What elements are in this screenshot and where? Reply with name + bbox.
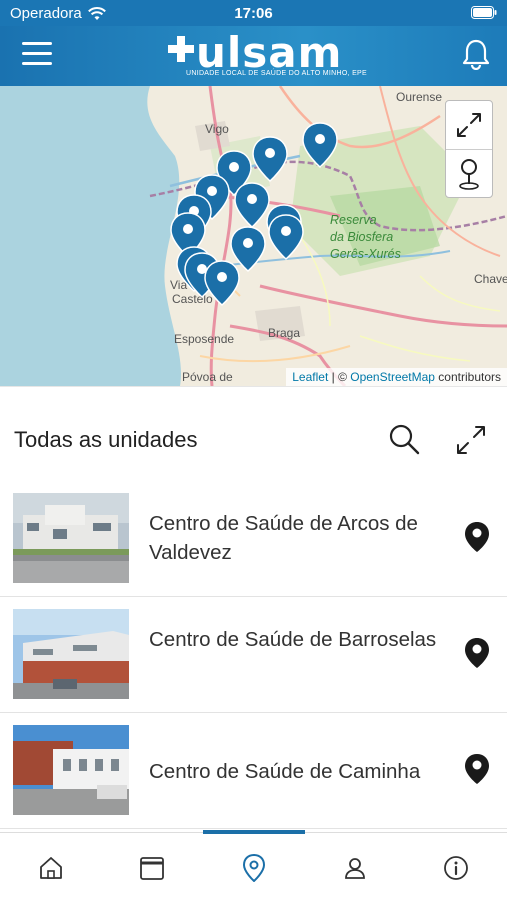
list-header: Todas as unidades	[0, 386, 507, 486]
hamburger-line	[22, 52, 52, 55]
status-bar: Operadora 17:06	[0, 0, 507, 26]
map-pin-icon[interactable]	[464, 521, 490, 553]
map-view[interactable]: Ourense Vigo Via Castelo Braga Esposende…	[0, 86, 507, 386]
logo-cross-icon	[168, 36, 194, 62]
map-attribution: Leaflet | © OpenStreetMap contributors	[286, 368, 507, 386]
map-marker[interactable]	[268, 214, 304, 260]
active-tab-indicator	[203, 830, 305, 834]
search-icon[interactable]	[388, 423, 422, 457]
attribution-separator: | ©	[328, 370, 351, 384]
nav-map[interactable]	[239, 853, 269, 883]
location-pin-icon	[459, 158, 479, 190]
nav-home[interactable]	[36, 853, 66, 883]
app-header: ulsam UNIDADE LOCAL DE SAÚDE DO ALTO MIN…	[0, 26, 507, 86]
reserve-line-2: da Biosfera	[330, 230, 394, 244]
map-label-vigo: Vigo	[205, 122, 229, 136]
hamburger-line	[22, 62, 52, 65]
menu-button[interactable]	[22, 42, 52, 68]
nav-info[interactable]	[441, 853, 471, 883]
logo-subtitle: UNIDADE LOCAL DE SAÚDE DO ALTO MINHO, EP…	[186, 70, 367, 77]
map-label-povoa: Póvoa de	[182, 370, 233, 384]
unit-photo	[13, 493, 129, 583]
map-pin-icon	[242, 854, 266, 882]
map-label-braga: Braga	[268, 326, 301, 340]
reserve-line-1: Reserva	[330, 213, 377, 227]
map-marker[interactable]	[302, 122, 338, 168]
map-pin-icon[interactable]	[464, 637, 490, 669]
unit-name: Centro de Saúde de Arcos de Valdevez	[149, 512, 418, 564]
expand-list-icon[interactable]	[454, 423, 488, 457]
clock: 17:06	[234, 5, 273, 22]
map-marker[interactable]	[204, 260, 240, 306]
map-label-reserve: Reserva da Biosfera Gerês-Xurés	[330, 212, 401, 263]
reserve-line-3: Gerês-Xurés	[330, 247, 401, 261]
attribution-contributors: contributors	[434, 370, 501, 384]
unit-photo	[13, 609, 129, 699]
map-label-chaves: Chave	[474, 272, 507, 286]
calendar-icon	[140, 857, 164, 880]
map-pin-icon[interactable]	[464, 753, 490, 785]
expand-icon	[457, 113, 481, 137]
map-label-esposende: Esposende	[174, 332, 235, 346]
hamburger-icon	[22, 42, 52, 45]
map-label-ourense: Ourense	[396, 90, 443, 104]
unit-name: Centro de Saúde de Caminha	[149, 760, 421, 783]
bell-icon[interactable]	[461, 38, 491, 70]
leaflet-link[interactable]: Leaflet	[292, 370, 328, 384]
battery-icon	[471, 6, 497, 19]
bottom-nav	[0, 830, 507, 900]
map-locate-button[interactable]	[446, 149, 492, 197]
osm-link[interactable]: OpenStreetMap	[350, 370, 435, 384]
map-marker[interactable]	[252, 136, 288, 182]
map-controls	[445, 100, 493, 198]
map-fullscreen-button[interactable]	[446, 101, 492, 149]
app-logo: ulsam UNIDADE LOCAL DE SAÚDE DO ALTO MIN…	[168, 28, 367, 82]
home-icon	[40, 857, 62, 879]
list-item[interactable]: Centro de Saúde de Caminha	[0, 713, 507, 829]
list-item[interactable]: Centro de Saúde de Barroselas	[0, 597, 507, 713]
list-title: Todas as unidades	[14, 427, 198, 452]
map-marker[interactable]	[234, 182, 270, 228]
nav-profile[interactable]	[340, 853, 370, 883]
profile-icon	[345, 858, 365, 879]
unit-photo	[13, 725, 129, 815]
list-item[interactable]: Centro de Saúde de Arcos de Valdevez	[0, 481, 507, 597]
info-icon	[444, 856, 468, 880]
nav-calendar[interactable]	[137, 853, 167, 883]
unit-name: Centro de Saúde de Barroselas	[149, 628, 437, 651]
